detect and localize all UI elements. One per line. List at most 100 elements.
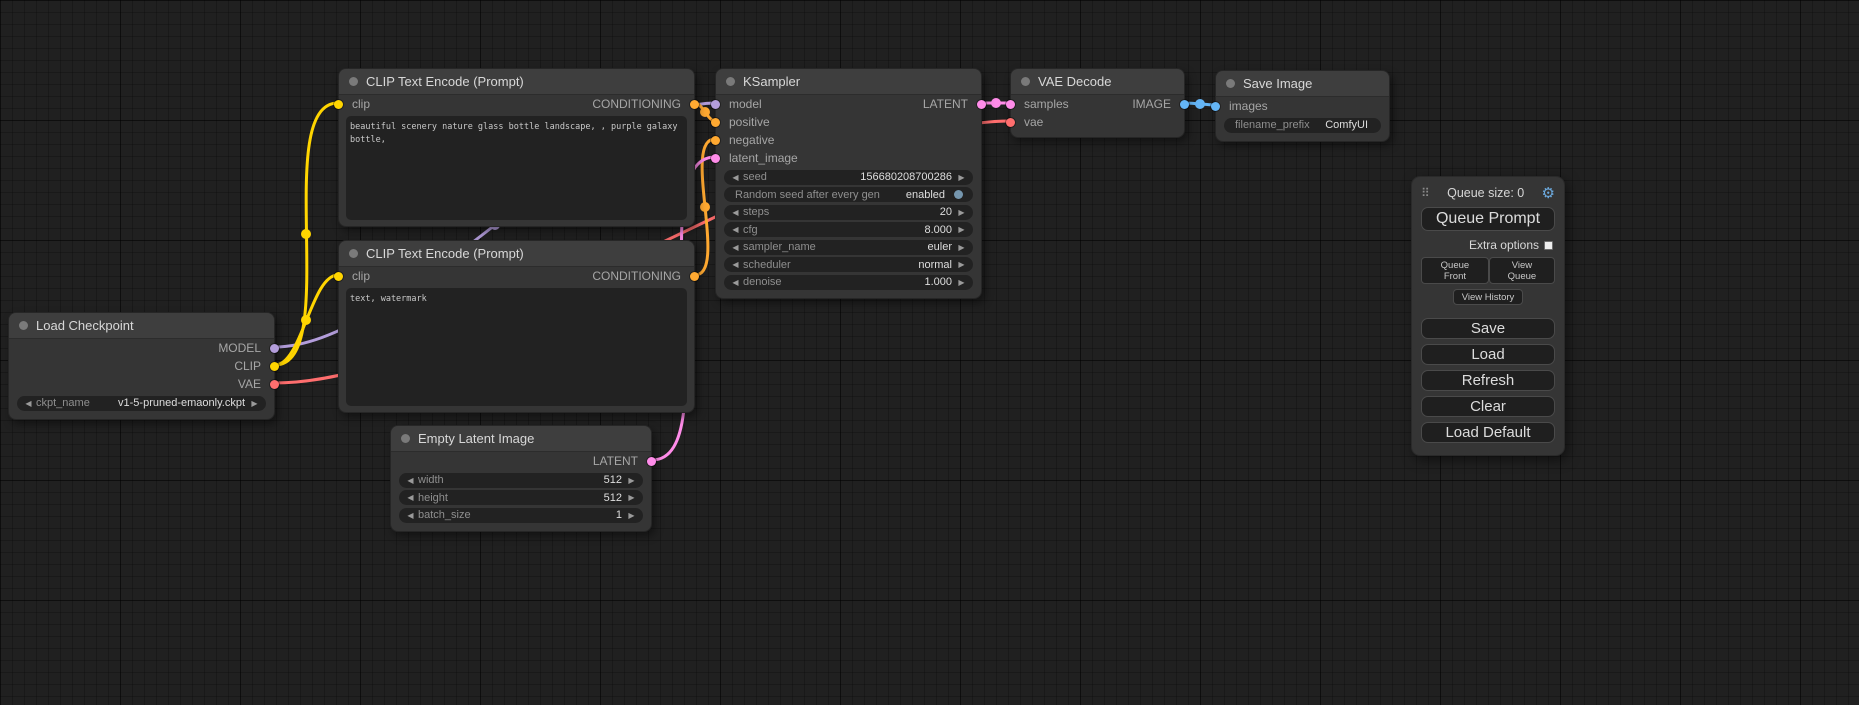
node-title-bar[interactable]: VAE Decode [1011,69,1184,95]
node-load-checkpoint[interactable]: Load Checkpoint MODEL CLIP VAE ◀ ckpt_na… [8,312,275,420]
collapse-dot[interactable] [401,434,410,443]
output-port-latent[interactable] [977,100,986,109]
node-title-bar[interactable]: KSampler [716,69,981,95]
input-port-clip[interactable] [334,272,343,281]
input-port-vae[interactable] [1006,118,1015,127]
widget-seed[interactable]: ◀ seed 156680208700286 ▶ [724,170,973,185]
negative-prompt-textarea[interactable]: text, watermark [346,288,687,406]
input-port-clip[interactable] [334,100,343,109]
collapse-dot[interactable] [349,77,358,86]
drag-handle-icon[interactable]: ⠿ [1421,187,1430,199]
node-title-bar[interactable]: CLIP Text Encode (Prompt) [339,69,694,95]
widget-value: euler [928,241,952,253]
queue-actions-row: Queue Front View Queue [1421,257,1555,284]
output-label: MODEL [218,341,261,355]
widget-cfg[interactable]: ◀ cfg 8.000 ▶ [724,222,973,237]
node-title-bar[interactable]: Empty Latent Image [391,426,651,452]
decrement-icon[interactable]: ◀ [404,473,417,488]
widget-label: cfg [743,224,758,236]
output-port-vae[interactable] [270,380,279,389]
increment-icon[interactable]: ▶ [955,222,968,237]
next-arrow-icon[interactable]: ▶ [955,257,968,272]
widget-value: 156680208700286 [860,171,952,183]
node-clip-text-encode-negative[interactable]: CLIP Text Encode (Prompt) clip CONDITION… [338,240,695,413]
save-button[interactable]: Save [1421,318,1555,339]
queue-prompt-button[interactable]: Queue Prompt [1421,207,1555,231]
next-arrow-icon[interactable]: ▶ [955,240,968,255]
input-port-model[interactable] [711,100,720,109]
widget-denoise[interactable]: ◀ denoise 1.000 ▶ [724,275,973,290]
increment-icon[interactable]: ▶ [625,490,638,505]
decrement-icon[interactable]: ◀ [404,490,417,505]
decrement-icon[interactable]: ◀ [729,275,742,290]
node-ksampler[interactable]: KSampler model LATENT positive negative … [715,68,982,299]
node-title-bar[interactable]: CLIP Text Encode (Prompt) [339,241,694,267]
view-queue-button[interactable]: View Queue [1489,257,1555,284]
next-arrow-icon[interactable]: ▶ [248,396,261,411]
settings-gear-icon[interactable]: ⚙ [1542,186,1555,201]
decrement-icon[interactable]: ◀ [404,508,417,523]
node-title-bar[interactable]: Save Image [1216,71,1389,97]
increment-icon[interactable]: ▶ [955,205,968,220]
output-label: CONDITIONING [592,269,681,283]
increment-icon[interactable]: ▶ [955,170,968,185]
clear-button[interactable]: Clear [1421,396,1555,417]
node-save-image[interactable]: Save Image images filename_prefix ComfyU… [1215,70,1390,142]
widget-value: 20 [940,206,952,218]
node-vae-decode[interactable]: VAE Decode samples IMAGE vae [1010,68,1185,138]
widget-scheduler[interactable]: ◀ scheduler normal ▶ [724,257,973,272]
increment-icon[interactable]: ▶ [955,275,968,290]
widget-steps[interactable]: ◀ steps 20 ▶ [724,205,973,220]
decrement-icon[interactable]: ◀ [729,222,742,237]
link-dot [301,229,311,239]
input-port-negative[interactable] [711,136,720,145]
node-graph-canvas[interactable]: Load Checkpoint MODEL CLIP VAE ◀ ckpt_na… [0,0,1859,705]
input-port-samples[interactable] [1006,100,1015,109]
output-port-conditioning[interactable] [690,272,699,281]
output-port-conditioning[interactable] [690,100,699,109]
input-port-positive[interactable] [711,118,720,127]
refresh-button[interactable]: Refresh [1421,370,1555,391]
output-label: LATENT [923,97,968,111]
positive-prompt-textarea[interactable]: beautiful scenery nature glass bottle la… [346,116,687,220]
output-port-image[interactable] [1180,100,1189,109]
widget-label: ckpt_name [36,397,90,409]
output-port-latent[interactable] [647,457,656,466]
queue-front-button[interactable]: Queue Front [1421,257,1489,284]
decrement-icon[interactable]: ◀ [729,170,742,185]
input-label: latent_image [729,151,798,165]
node-clip-text-encode-positive[interactable]: CLIP Text Encode (Prompt) clip CONDITION… [338,68,695,227]
collapse-dot[interactable] [1021,77,1030,86]
widget-ckpt-name[interactable]: ◀ ckpt_name v1-5-pruned-emaonly.ckpt ▶ [17,396,266,411]
toggle-indicator[interactable] [954,190,963,199]
output-port-clip[interactable] [270,362,279,371]
input-port-latent-image[interactable] [711,154,720,163]
link-dot [301,315,311,325]
node-empty-latent-image[interactable]: Empty Latent Image LATENT ◀ width 512 ▶ … [390,425,652,532]
collapse-dot[interactable] [1226,79,1235,88]
load-default-button[interactable]: Load Default [1421,422,1555,443]
widget-sampler-name[interactable]: ◀ sampler_name euler ▶ [724,240,973,255]
node-title-bar[interactable]: Load Checkpoint [9,313,274,339]
collapse-dot[interactable] [19,321,28,330]
widget-value: 1 [616,509,622,521]
widget-random-seed-toggle[interactable]: Random seed after every gen enabled [724,187,973,202]
increment-icon[interactable]: ▶ [625,508,638,523]
prev-arrow-icon[interactable]: ◀ [22,396,35,411]
extra-options-checkbox[interactable] [1544,241,1553,250]
prev-arrow-icon[interactable]: ◀ [729,257,742,272]
input-label: samples [1024,97,1069,111]
prev-arrow-icon[interactable]: ◀ [729,240,742,255]
widget-width[interactable]: ◀ width 512 ▶ [399,473,643,488]
view-history-button[interactable]: View History [1453,289,1524,305]
output-port-model[interactable] [270,344,279,353]
load-button[interactable]: Load [1421,344,1555,365]
widget-filename-prefix[interactable]: filename_prefix ComfyUI [1224,118,1381,133]
widget-height[interactable]: ◀ height 512 ▶ [399,490,643,505]
increment-icon[interactable]: ▶ [625,473,638,488]
input-port-images[interactable] [1211,102,1220,111]
decrement-icon[interactable]: ◀ [729,205,742,220]
collapse-dot[interactable] [349,249,358,258]
collapse-dot[interactable] [726,77,735,86]
widget-batch-size[interactable]: ◀ batch_size 1 ▶ [399,508,643,523]
